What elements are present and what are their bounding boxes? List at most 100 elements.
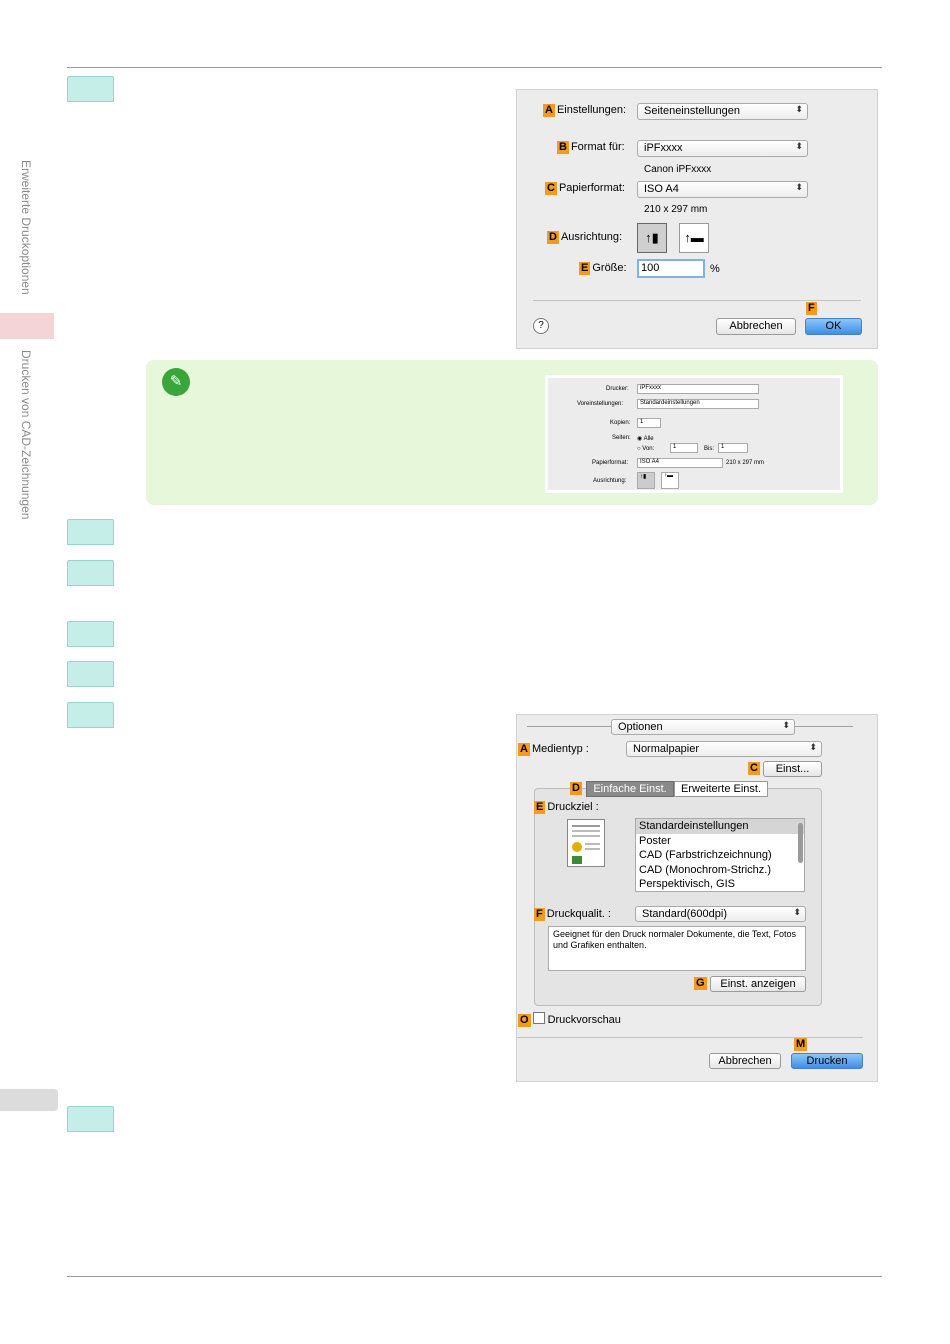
pencil-note-icon: ✎	[162, 368, 190, 396]
sidebar-active-marker	[0, 313, 54, 339]
quality-popup-value: Standard(600dpi)	[642, 908, 728, 920]
mini-portrait-icon: ↑▮	[637, 472, 655, 489]
options-popup[interactable]: Optionen ⬍	[611, 719, 795, 735]
callout-g: G	[694, 977, 709, 990]
landscape-icon: ↑▬	[684, 230, 704, 245]
step-marker	[67, 76, 114, 102]
callout-o: O	[518, 1014, 531, 1027]
quality-popup[interactable]: Standard(600dpi) ⬍	[635, 906, 806, 922]
callout-a: A	[518, 743, 530, 756]
quality-description: Geeignet für den Druck normaler Dokument…	[548, 926, 806, 971]
ok-button[interactable]: OK	[805, 318, 862, 335]
mini-pages-to-field: 1	[718, 443, 748, 453]
dialog-divider	[517, 1037, 863, 1038]
callout-b: B	[557, 141, 569, 154]
portrait-orientation-button[interactable]: ↑▮	[637, 223, 667, 253]
cancel-button[interactable]: Abbrechen	[709, 1053, 781, 1069]
mini-presets-label: Voreinstellungen:	[577, 401, 624, 407]
callout-m-letter: M	[794, 1038, 808, 1051]
print-button[interactable]: Drucken	[791, 1053, 863, 1069]
callout-c-letter: C	[748, 762, 760, 775]
mini-pages-all: ◉ Alle	[637, 436, 654, 442]
format-label: B Format für:	[557, 141, 625, 154]
settings-label: A Einstellungen:	[543, 104, 626, 117]
mini-orientation-label: Ausrichtung:	[593, 478, 627, 484]
sidebar-chapter-label: Drucken von CAD-Zeichnungen	[19, 350, 33, 520]
media-label: A Medientyp :	[518, 743, 589, 756]
step-marker	[67, 702, 114, 728]
options-popup-value: Optionen	[618, 721, 663, 733]
tab-basic-settings[interactable]: Einfache Einst.	[586, 781, 674, 797]
print-target-label-text: Druckziel :	[547, 801, 599, 813]
media-settings-button[interactable]: Einst...	[763, 761, 822, 777]
settings-popup[interactable]: Seiteneinstellungen ⬍	[637, 103, 808, 120]
media-label-text: Medientyp :	[531, 743, 589, 755]
list-item[interactable]: CAD (Monochrom-Strichz.)	[636, 863, 804, 878]
callout-c: C	[545, 182, 557, 195]
format-label-text: Format für:	[570, 141, 625, 153]
callout-a: A	[543, 104, 555, 117]
tab-advanced-settings[interactable]: Erweiterte Einst.	[674, 781, 768, 797]
media-type-value: Normalpapier	[633, 743, 700, 755]
print-preview-checkbox[interactable]	[532, 1012, 545, 1024]
paper-popup[interactable]: ISO A4 ⬍	[637, 181, 808, 198]
paper-subtext: 210 x 297 mm	[644, 204, 708, 215]
callout-e: E	[579, 262, 591, 275]
callout-d-letter: D	[570, 782, 582, 795]
mini-copies-label: Kopien:	[610, 420, 631, 426]
help-icon[interactable]: ?	[533, 318, 549, 334]
size-label-text: Größe:	[592, 262, 627, 274]
print-target-list[interactable]: Standardeinstellungen Poster CAD (Farbst…	[635, 818, 805, 892]
step-marker	[67, 560, 114, 586]
print-target-label: E Druckziel :	[534, 801, 599, 814]
mini-paper-sub: 210 x 297 mm	[726, 460, 765, 466]
callout-g-letter: G	[694, 977, 707, 990]
show-settings-button[interactable]: Einst. anzeigen	[710, 976, 806, 992]
list-item[interactable]: Poster	[636, 834, 804, 849]
orientation-label-text: Ausrichtung:	[560, 231, 623, 243]
popup-arrows-icon: ⬍	[809, 742, 817, 752]
mini-pages-to-label: Bis:	[704, 446, 715, 452]
popup-arrows-icon: ⬍	[795, 182, 803, 192]
mini-paper-popup: ISO A4	[637, 458, 723, 468]
popup-arrows-icon: ⬍	[782, 720, 790, 730]
callout-d: D	[570, 782, 584, 795]
print-preview-label: Druckvorschau	[547, 1014, 621, 1026]
options-rule-right	[795, 726, 853, 727]
format-popup[interactable]: iPFxxxx ⬍	[637, 140, 808, 157]
header-rule	[67, 67, 882, 68]
sidebar-page-tab	[0, 1089, 58, 1111]
step-marker	[67, 661, 114, 687]
format-popup-value: iPFxxxx	[644, 142, 683, 154]
options-rule-left	[527, 726, 611, 727]
callout-f-letter: F	[806, 302, 817, 315]
mini-pages-from-field: 1	[670, 443, 698, 453]
mini-pages-from: ○ Von:	[637, 446, 655, 452]
mini-paper-label: Papierformat:	[592, 460, 629, 466]
print-dialog-thumbnail: Drucker: iPFxxxx Voreinstellungen: Stand…	[545, 375, 843, 493]
mini-printer-popup: iPFxxxx	[637, 384, 759, 394]
document-preview-icon	[567, 819, 605, 867]
landscape-orientation-button[interactable]: ↑▬	[679, 223, 709, 253]
mini-landscape-icon: ↑▬	[661, 472, 679, 489]
quality-label-text: Druckqualit. :	[546, 908, 611, 920]
cancel-button[interactable]: Abbrechen	[716, 318, 796, 335]
size-label: E Größe:	[579, 262, 627, 275]
mini-copies-field: 1	[637, 418, 661, 428]
list-item[interactable]: CAD (Farbstrichzeichnung)	[636, 848, 804, 863]
mini-printer-label: Drucker:	[606, 386, 629, 392]
mini-pages-all-text: Alle	[643, 436, 654, 442]
list-item[interactable]: Perspektivisch, GIS	[636, 877, 804, 892]
callout-m: M	[794, 1038, 809, 1051]
list-item[interactable]: Standardeinstellungen	[636, 819, 804, 834]
mini-pages-from-label: Von:	[642, 446, 655, 452]
list-scrollbar[interactable]	[798, 823, 803, 863]
step-marker	[67, 621, 114, 647]
mini-presets-popup: Standardeinstellungen	[637, 399, 759, 409]
size-input[interactable]: 100	[637, 259, 705, 278]
callout-c: C	[748, 762, 762, 775]
media-type-popup[interactable]: Normalpapier ⬍	[626, 741, 822, 757]
callout-f: F	[806, 302, 819, 315]
quality-label: F Druckqualit. :	[534, 908, 611, 921]
footer-rule	[67, 1276, 882, 1277]
